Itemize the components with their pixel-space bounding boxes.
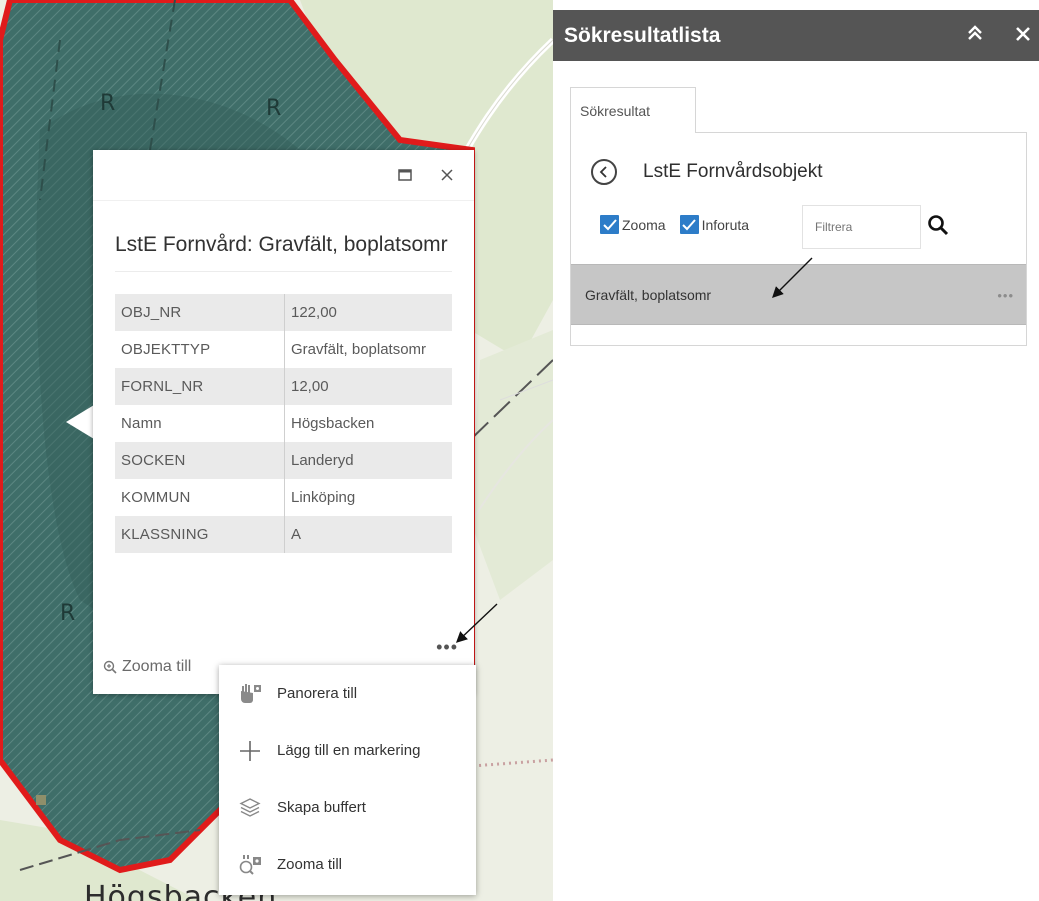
svg-text:R: R bbox=[60, 601, 75, 626]
menu-item-label: Panorera till bbox=[277, 685, 358, 702]
layer-title: LstE Fornvårdsobjekt bbox=[643, 161, 823, 182]
attribute-row: Namn Högsbacken bbox=[115, 405, 452, 442]
popup-checkbox[interactable] bbox=[679, 215, 699, 234]
double-chevron-up-icon[interactable] bbox=[966, 22, 984, 48]
window-maximize-icon[interactable] bbox=[394, 164, 416, 186]
close-icon[interactable] bbox=[436, 164, 458, 186]
close-icon[interactable] bbox=[1015, 22, 1031, 48]
attribute-table: OBJ_NR 122,00 OBJEKTTYP Gravfält, boplatsom… bbox=[115, 294, 452, 553]
attribute-key: KOMMUN bbox=[115, 479, 285, 516]
zoom-in-icon bbox=[103, 660, 117, 674]
attribute-key: KLASSNING bbox=[115, 516, 285, 553]
popup-title: LstE Fornvård: Gravfält, boplatsomr bbox=[115, 227, 452, 272]
attribute-key: OBJ_NR bbox=[115, 294, 285, 331]
attribute-row: OBJEKTTYP Gravfält, boplatsomr bbox=[115, 331, 452, 368]
attribute-value: 12,00 bbox=[291, 378, 329, 395]
attribute-key: OBJEKTTYP bbox=[115, 331, 285, 368]
zoom-to-link[interactable]: Zooma till bbox=[103, 658, 191, 676]
attribute-row: KLASSNING A bbox=[115, 516, 452, 553]
pan-to-icon bbox=[237, 681, 263, 707]
result-list-item[interactable]: Gravfält, boplatsomr ••• bbox=[571, 264, 1026, 325]
search-icon[interactable] bbox=[926, 213, 952, 239]
menu-item-pan-to[interactable]: Panorera till bbox=[219, 665, 476, 722]
tab-content: LstE Fornvårdsobjekt Zooma Inforuta Grav… bbox=[570, 132, 1027, 346]
attribute-value: 122,00 bbox=[291, 304, 337, 321]
tab-search-results[interactable]: Sökresultat bbox=[570, 87, 696, 133]
attribute-row: FORNL_NR 12,00 bbox=[115, 368, 452, 405]
zoom-checkbox[interactable] bbox=[600, 215, 619, 234]
zoom-checkbox-label: Zooma bbox=[622, 216, 666, 233]
popup-action-menu: Panorera till Lägg till en markering Ska… bbox=[219, 665, 476, 895]
search-results-panel: Sökresultatlista Sökresultat LstE Fornvå… bbox=[553, 10, 1039, 901]
attribute-value: Linköping bbox=[291, 489, 356, 506]
attribute-value: Högsbacken bbox=[291, 415, 375, 432]
attribute-value: Landeryd bbox=[291, 452, 354, 469]
panel-header: Sökresultatlista bbox=[553, 10, 1039, 61]
popup-pointer bbox=[66, 405, 94, 439]
attribute-row: SOCKEN Landeryd bbox=[115, 442, 452, 479]
menu-item-add-marker[interactable]: Lägg till en markering bbox=[219, 722, 476, 779]
attribute-value: Gravfält, boplatsomr bbox=[291, 341, 427, 358]
menu-item-create-buffer[interactable]: Skapa buffert bbox=[219, 779, 476, 836]
attribute-row: KOMMUN Linköping bbox=[115, 479, 452, 516]
result-options: Zooma Inforuta bbox=[600, 215, 749, 234]
feature-popup: LstE Fornvård: Gravfält, boplatsomr OBJ_… bbox=[93, 150, 474, 694]
panel-title: Sökresultatlista bbox=[564, 23, 721, 47]
popup-more-button[interactable]: ••• bbox=[436, 638, 458, 656]
svg-text:R: R bbox=[100, 91, 115, 116]
menu-item-label: Skapa buffert bbox=[277, 799, 366, 816]
attribute-row: OBJ_NR 122,00 bbox=[115, 294, 452, 331]
svg-text:R: R bbox=[266, 96, 281, 121]
attribute-key: SOCKEN bbox=[115, 442, 285, 479]
attribute-key: Namn bbox=[115, 405, 285, 442]
back-icon[interactable] bbox=[591, 159, 617, 185]
popup-checkbox-label: Inforuta bbox=[701, 216, 750, 233]
layer-header: LstE Fornvårdsobjekt bbox=[591, 159, 823, 185]
attribute-value: A bbox=[291, 526, 302, 543]
plus-icon bbox=[237, 738, 263, 764]
menu-item-label: Lägg till en markering bbox=[277, 742, 421, 759]
attribute-key: FORNL_NR bbox=[115, 368, 285, 405]
filter-input[interactable] bbox=[802, 205, 921, 249]
zoom-to-icon bbox=[237, 852, 263, 878]
menu-item-label: Zooma till bbox=[277, 856, 343, 873]
result-item-label: Gravfält, boplatsomr bbox=[585, 286, 712, 303]
zoom-to-label: Zooma till bbox=[122, 658, 192, 675]
menu-item-zoom-to[interactable]: Zooma till bbox=[219, 836, 476, 893]
layers-buffer-icon bbox=[237, 795, 263, 821]
result-more-button[interactable]: ••• bbox=[997, 288, 1014, 303]
popup-header bbox=[93, 150, 474, 201]
